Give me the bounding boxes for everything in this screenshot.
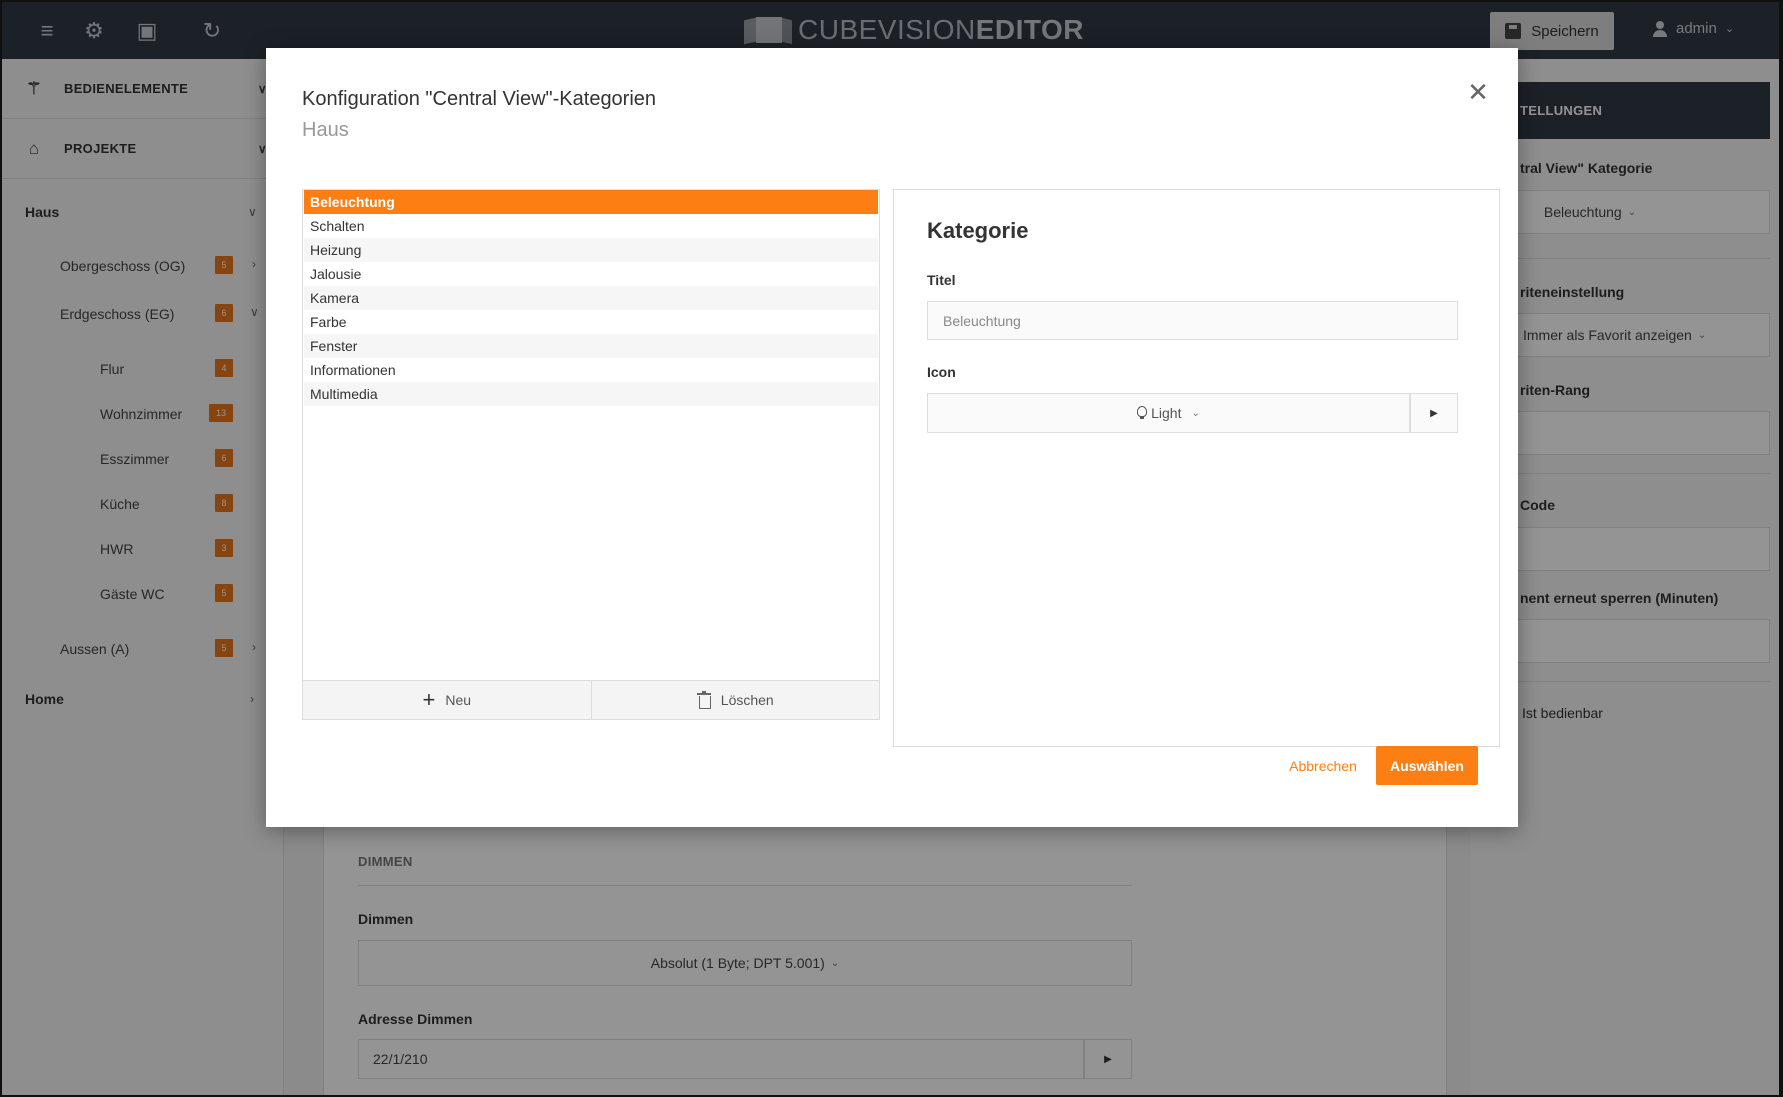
lightbulb-icon — [1137, 406, 1148, 420]
list-item[interactable]: Fenster — [304, 334, 878, 358]
category-detail-panel: Kategorie Titel Beleuchtung Icon Light ⌄… — [893, 189, 1500, 747]
new-category-button[interactable]: + Neu — [303, 681, 591, 719]
detail-heading: Kategorie — [927, 218, 1029, 243]
new-button-label: Neu — [445, 692, 472, 708]
list-item[interactable]: Farbe — [304, 310, 878, 334]
list-item[interactable]: Schalten — [304, 214, 878, 238]
list-item[interactable]: Heizung — [304, 238, 878, 262]
icon-select-value: Light — [1151, 405, 1182, 421]
trash-icon — [696, 691, 711, 709]
plus-icon: + — [422, 687, 436, 712]
select-button[interactable]: Auswählen — [1376, 746, 1478, 785]
chevron-down-icon: ⌄ — [1191, 407, 1200, 419]
icon-label: Icon — [927, 364, 956, 380]
list-item[interactable]: Multimedia — [304, 382, 878, 406]
category-config-dialog: Konfiguration "Central View"-Kategorien … — [266, 48, 1518, 827]
close-icon[interactable]: ✕ — [1464, 78, 1492, 106]
caret-right-icon[interactable]: ▶ — [1410, 393, 1458, 433]
title-label: Titel — [927, 272, 956, 288]
list-actions: + Neu Löschen — [302, 681, 880, 720]
dialog-title: Konfiguration "Central View"-Kategorien — [302, 88, 657, 110]
delete-button-label: Löschen — [720, 692, 774, 708]
list-item[interactable]: Beleuchtung — [304, 190, 878, 214]
list-item[interactable]: Informationen — [304, 358, 878, 382]
dialog-subtitle: Haus — [302, 119, 349, 141]
list-item[interactable]: Jalousie — [304, 262, 878, 286]
title-input[interactable]: Beleuchtung — [927, 301, 1458, 340]
cancel-button[interactable]: Abbrechen — [1272, 746, 1374, 785]
list-item[interactable]: Kamera — [304, 286, 878, 310]
icon-select[interactable]: Light ⌄ — [927, 393, 1410, 433]
delete-category-button[interactable]: Löschen — [590, 681, 880, 719]
category-list: Beleuchtung Schalten Heizung Jalousie Ka… — [302, 189, 880, 681]
